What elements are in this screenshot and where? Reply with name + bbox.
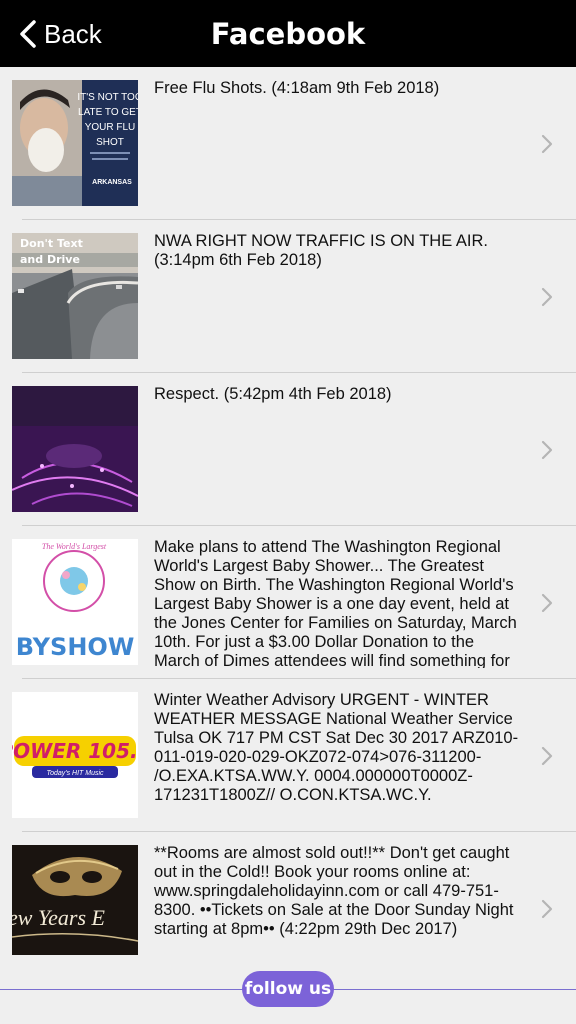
follow-us-button[interactable]: follow us <box>242 971 334 1007</box>
back-label: Back <box>44 18 102 49</box>
svg-text:BYSHOW: BYSHOW <box>16 633 135 661</box>
post-list[interactable]: IT'S NOT TOO LATE TO GET YOUR FLU SHOT A… <box>0 67 576 957</box>
list-item[interactable]: IT'S NOT TOO LATE TO GET YOUR FLU SHOT A… <box>0 67 576 220</box>
thumb-headline: IT'S NOT TOO <box>77 92 138 103</box>
svg-text:YOUR FLU: YOUR FLU <box>85 122 136 133</box>
svg-text:Today's HIT Music: Today's HIT Music <box>46 770 104 777</box>
chevron-right-icon <box>541 287 553 307</box>
post-thumbnail: IT'S NOT TOO LATE TO GET YOUR FLU SHOT A… <box>12 80 138 206</box>
chevron-right-icon <box>541 746 553 766</box>
list-item[interactable]: Don't Text and Drive NWA RIGHT NOW TRAFF… <box>0 220 576 373</box>
post-text: **Rooms are almost sold out!!** Don't ge… <box>154 844 514 938</box>
chevron-right-icon <box>541 134 553 154</box>
post-text: Winter Weather Advisory URGENT - WINTER … <box>154 691 519 804</box>
post-text: Respect. (5:42pm 4th Feb 2018) <box>154 385 392 403</box>
navigation-bar: Back Facebook <box>0 0 576 67</box>
power-logo: POWER 105.7 <box>12 739 138 763</box>
thumb-headline: The World's Largest <box>42 542 107 551</box>
list-item[interactable]: The World's Largest BYSHOW Make plans to… <box>0 526 576 679</box>
chevron-left-icon <box>20 20 36 48</box>
list-item[interactable]: ew Years E **Rooms are almost sold out!!… <box>0 832 576 957</box>
chevron-right-icon <box>541 593 553 613</box>
post-text: Make plans to attend The Washington Regi… <box>154 538 517 668</box>
arkansas-logo: ARKANSAS <box>92 179 132 186</box>
chevron-right-icon <box>541 440 553 460</box>
chevron-right-icon <box>541 899 553 919</box>
back-button[interactable]: Back <box>18 16 102 52</box>
thumb-headline: Don't Text <box>20 237 83 250</box>
post-text: NWA RIGHT NOW TRAFFIC IS ON THE AIR. (3:… <box>154 232 488 269</box>
svg-text:and Drive: and Drive <box>20 253 80 266</box>
post-thumbnail <box>12 386 138 512</box>
post-thumbnail: The World's Largest BYSHOW <box>12 539 138 665</box>
thumb-headline: ew Years E <box>12 905 106 930</box>
list-item[interactable]: Respect. (5:42pm 4th Feb 2018) <box>0 373 576 526</box>
post-thumbnail: POWER 105.7 Today's HIT Music <box>12 692 138 818</box>
post-text: Free Flu Shots. (4:18am 9th Feb 2018) <box>154 79 440 97</box>
svg-text:LATE TO GET: LATE TO GET <box>78 107 138 118</box>
svg-text:SHOT: SHOT <box>96 137 124 148</box>
list-item[interactable]: POWER 105.7 Today's HIT Music Winter Wea… <box>0 679 576 832</box>
post-thumbnail: Don't Text and Drive <box>12 233 138 359</box>
post-thumbnail: ew Years E <box>12 845 138 957</box>
